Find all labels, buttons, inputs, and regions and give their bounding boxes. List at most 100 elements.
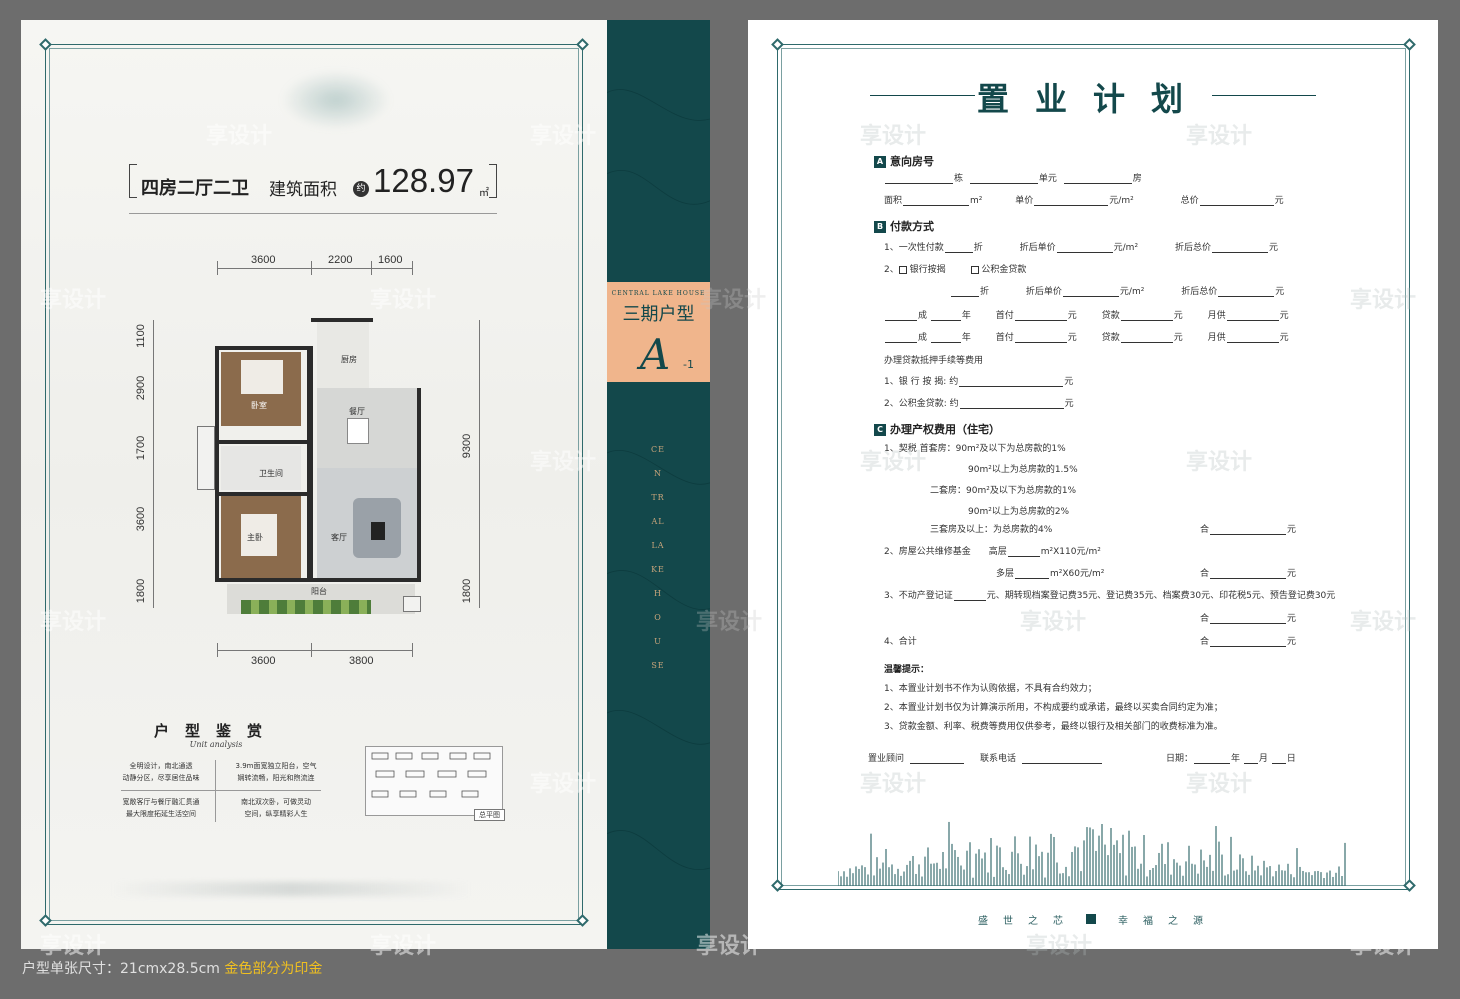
bed	[241, 360, 283, 394]
dim-left-1: 1100	[134, 324, 147, 348]
dim-line-right	[479, 320, 480, 608]
analysis-divider	[121, 790, 321, 791]
bank-checkbox[interactable]	[898, 265, 907, 274]
city-skyline	[838, 821, 1346, 886]
bay-window	[197, 426, 215, 490]
area-unit: ㎡	[479, 188, 489, 199]
b-fee-1: 1、银 行 按 揭: 约元	[884, 377, 1074, 387]
area-value: 128.97	[373, 162, 474, 199]
approx-badge: 约	[353, 181, 369, 197]
c3-line: 3、不动产登记证 元、期转现档案登记费35元、登记费35元、档案费30元、印花税5…	[884, 591, 1336, 601]
blurred-logo	[281, 70, 391, 130]
area-label: 建筑面积	[269, 180, 337, 200]
dim-left-2: 2900	[135, 375, 148, 401]
dim-left-4: 3600	[135, 506, 148, 532]
c2-total: 合元	[1200, 569, 1297, 579]
tip-3: 3、贷款金额、利率、税费等费用仅供参考，最终以银行及相关部门的收费标准为准。	[884, 722, 1223, 732]
c1-line-3: 二套房：90m²及以下为总房款的1%	[930, 486, 1077, 496]
dim-bottom-2: 3800	[349, 655, 374, 667]
dim-tick	[217, 643, 218, 657]
spine-number: -1	[683, 358, 694, 371]
tip-2: 2、本置业计划书仅为计算演示所用，不构成要约或承诺，最终以买卖合同约定为准；	[884, 703, 1223, 713]
floorplan-page: 四房二厅二卫 建筑面积 约 128.97 ㎡ 3600 2200 1600 36…	[21, 20, 607, 949]
room-config: 四房二厅二卫	[141, 178, 249, 199]
dim-top-3: 1600	[378, 254, 403, 266]
label-dining: 餐厅	[349, 407, 365, 416]
spine-phase: 三期户型	[622, 304, 695, 325]
dim-tick	[371, 261, 372, 275]
dining-table	[347, 418, 369, 444]
site-plan-thumbnail	[365, 746, 503, 816]
tips-title: 温馨提示：	[884, 665, 930, 675]
spine-letter: A	[639, 330, 671, 379]
a-line-1: 栋 单元 房	[884, 171, 1142, 184]
c2-line-1: 2、房屋公共维修基金 高层 m²X110元/m²	[884, 547, 1101, 557]
dim-left-5: 1800	[135, 578, 148, 604]
c1-line-5: 三套房及以上：为总房款的4%	[930, 525, 1053, 535]
b-line-1: 1、一次性付款折 折后单价 元/m² 折后总价元	[884, 243, 1278, 253]
dim-line-left	[153, 320, 154, 608]
c1-total: 合元	[1200, 525, 1297, 535]
blurred-footer	[111, 882, 471, 896]
section-b: B 付款方式	[874, 218, 934, 234]
spine-vertical-text: CENTRALLAKEHOUSE	[651, 445, 665, 670]
analysis-item-1: 全明设计，南北通透 动静分区，尽享居住品味	[122, 762, 200, 782]
dim-tick	[311, 261, 312, 275]
dim-right-1: 9300	[461, 433, 474, 459]
a-line-2: 面积 m² 单价 元/m² 总价元	[884, 196, 1284, 206]
wall	[417, 388, 421, 582]
dim-line-top	[217, 268, 413, 269]
wall	[311, 318, 373, 322]
dim-line-bottom	[217, 650, 413, 651]
analysis-title: 户型鉴赏	[153, 722, 278, 740]
label-bath: 卫生间	[259, 469, 283, 478]
analysis-subtitle: Unit analysis	[189, 740, 243, 749]
label-bedroom: 卧室	[251, 401, 267, 410]
label-living: 客厅	[331, 533, 347, 542]
dim-top-1: 3600	[251, 254, 276, 266]
site-plan-tag: 总平图	[474, 809, 505, 821]
b-line-2: 2、 银行按揭 公积金贷款	[884, 265, 1027, 275]
c4-total: 合元	[1200, 637, 1297, 647]
dim-top-2: 2200	[328, 254, 353, 266]
dim-right-2: 1800	[461, 578, 474, 604]
phase-badge: CENTRAL LAKE HOUSE 三期户型 A -1	[607, 282, 710, 382]
section-c: C 办理产权费用（住宅）	[874, 421, 1000, 437]
c4-label: 4、合计	[884, 637, 917, 647]
dim-tick	[311, 643, 312, 657]
sign-phone: 联系电话	[980, 751, 1103, 764]
wall	[215, 440, 309, 444]
c3-total: 合元	[1200, 614, 1297, 624]
site-plan-drawing	[371, 752, 491, 798]
purchase-plan-page: 置业计划 A 意向房号 栋 单元 房 面积 m² 单价 元/m² 总价元 B 付款方式 …	[748, 20, 1438, 949]
c1-line-1: 1、契税 首套房：90m²及以下为总房款的1%	[884, 444, 1066, 454]
analysis-item-3: 宽敞客厅与餐厅融汇贯通 最大限度拓延生活空间	[122, 798, 200, 818]
label-balcony: 阳台	[311, 587, 327, 596]
slogan-left: 盛世之芯	[978, 916, 1078, 927]
floor-plan: 厨房 卧室 餐厅 卫生间 主卧 客厅 阳台	[197, 300, 421, 620]
fund-checkbox[interactable]	[970, 265, 979, 274]
c2-line-2: 多层 m²X60元/m²	[996, 569, 1105, 579]
title-underline	[129, 213, 497, 214]
analysis-item-4: 南北双次卧，可做灵动 空间，纵享精彩人生	[241, 798, 311, 818]
wall	[215, 346, 219, 582]
b-loan-row-1: 成 年 首付元 贷款元 月供元	[884, 308, 1289, 321]
section-a: A 意向房号	[874, 153, 934, 169]
label-master: 主卧	[247, 533, 263, 542]
slogan-right: 幸福之源	[1118, 916, 1218, 927]
sign-consultant: 置业顾问	[868, 751, 965, 764]
wall	[215, 492, 309, 496]
c1-line-2: 90m²以上为总房款的1.5%	[968, 465, 1078, 475]
b-fee-2: 2、公积金贷款: 约元	[884, 399, 1074, 409]
ac-unit	[403, 596, 421, 612]
dim-tick	[412, 643, 413, 657]
tip-1: 1、本置业计划书不作为认购依据，不具有合约效力；	[884, 684, 1097, 694]
wall	[215, 346, 309, 350]
b-loan-row-2: 成 年 首付元 贷款元 月供元	[884, 330, 1289, 343]
wall	[215, 578, 421, 582]
sign-date: 日期：年 月 日	[1166, 754, 1296, 764]
analysis-item-2: 3.9m面宽独立阳台，空气 娴转流畅，阳光和煦流连	[235, 762, 317, 782]
unit-title-box: 四房二厅二卫 建筑面积 约 128.97 ㎡	[129, 160, 497, 214]
dim-left-3: 1700	[135, 435, 148, 461]
spine: CENTRAL LAKE HOUSE 三期户型 A -1 CENTRALLAKE…	[607, 20, 710, 949]
